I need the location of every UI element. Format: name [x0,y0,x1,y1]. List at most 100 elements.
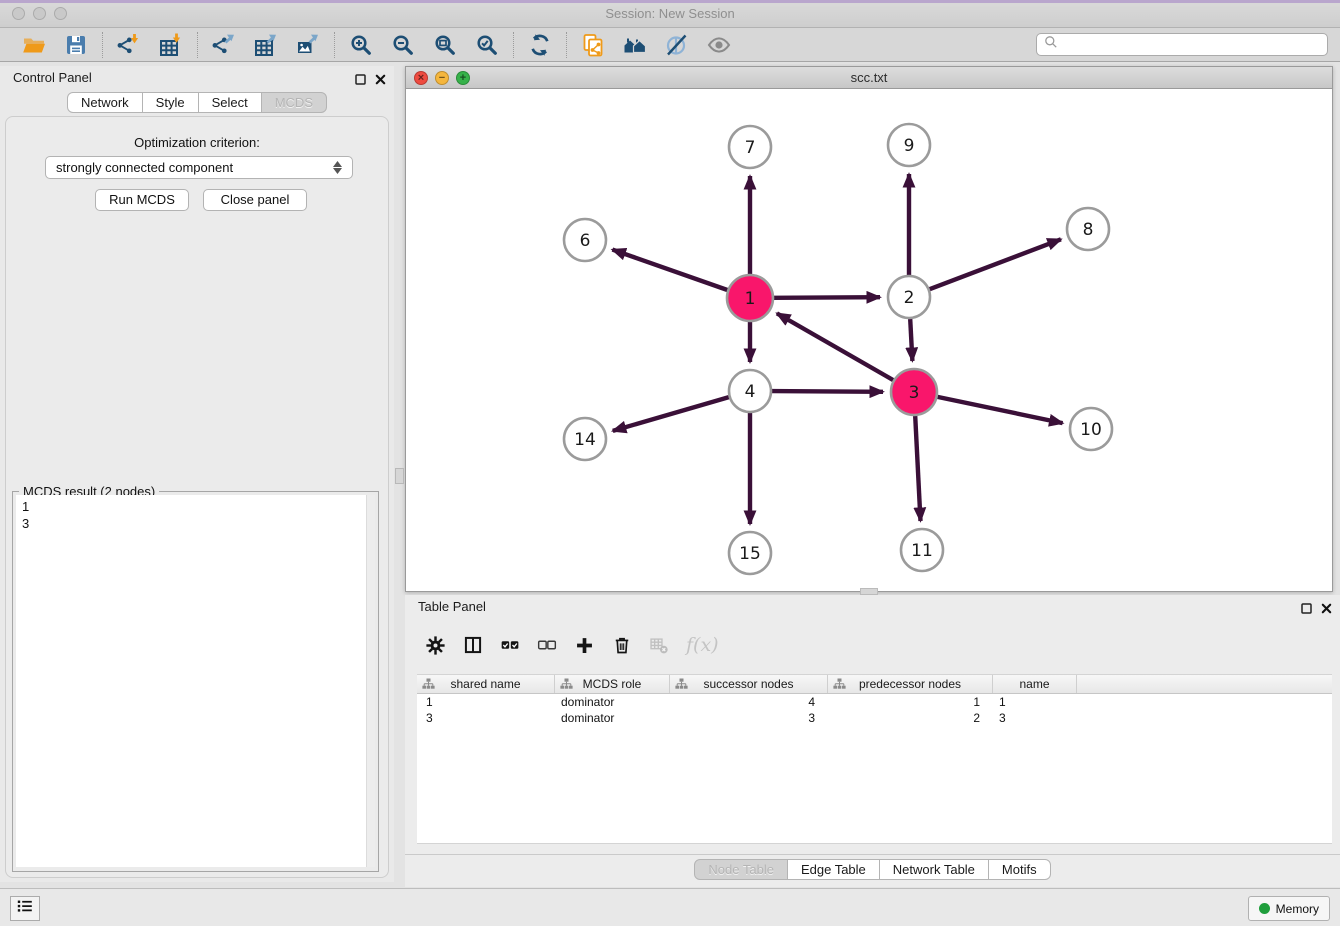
tab-style[interactable]: Style [142,92,199,113]
open-session-icon[interactable] [18,31,50,59]
tab-mcds[interactable]: MCDS [261,92,327,113]
edge-3-1[interactable] [777,313,893,380]
cell-successor-nodes[interactable]: 4 [670,694,828,710]
export-network-icon[interactable] [208,31,240,59]
cell-shared-name[interactable]: 1 [417,694,555,710]
edge-2-8[interactable] [930,239,1061,289]
table-row[interactable]: 3dominator323 [417,710,1332,726]
node-7[interactable]: 7 [729,126,771,168]
show-column-icon[interactable] [463,635,483,655]
edge-4-3[interactable] [772,391,883,392]
column-header-successor-nodes[interactable]: successor nodes [670,675,828,693]
search-input[interactable] [1059,38,1321,52]
column-header-shared-name[interactable]: shared name [417,675,555,693]
horizontal-splitter-handle[interactable] [860,588,878,595]
edge-3-10[interactable] [938,397,1063,423]
cell-MCDS-role[interactable]: dominator [555,710,670,726]
network-window-titlebar[interactable]: ×−+ scc.txt [406,67,1332,89]
zoom-view-button[interactable]: + [456,71,470,85]
column-type-icon [560,678,573,691]
vertical-splitter-handle[interactable] [395,468,404,484]
node-11[interactable]: 11 [901,529,943,571]
cell-shared-name[interactable]: 3 [417,710,555,726]
edge-4-14[interactable] [613,397,729,431]
column-header-predecessor-nodes[interactable]: predecessor nodes [828,675,993,693]
close-window-button[interactable] [12,7,25,20]
cell-MCDS-role[interactable]: dominator [555,694,670,710]
cell-successor-nodes[interactable]: 3 [670,710,828,726]
save-session-icon[interactable] [60,31,92,59]
node-6[interactable]: 6 [564,219,606,261]
node-8[interactable]: 8 [1067,208,1109,250]
tab-network[interactable]: Network [67,92,143,113]
select-all-icon[interactable] [500,635,520,655]
app-titlebar: Session: New Session [0,0,1340,28]
edge-3-11[interactable] [915,416,920,521]
show-graphics-icon[interactable] [703,31,735,59]
criterion-dropdown[interactable]: strongly connected component [45,156,353,179]
node-2[interactable]: 2 [888,276,930,318]
edge-1-2[interactable] [774,297,880,298]
node-14[interactable]: 14 [564,418,606,460]
tab-network-table[interactable]: Network Table [879,859,989,880]
export-table-icon[interactable] [250,31,282,59]
edge-1-6[interactable] [612,250,727,290]
refresh-network-icon[interactable] [524,31,556,59]
tab-node-table[interactable]: Node Table [694,859,788,880]
mcds-result-textarea[interactable]: 13 [16,495,375,867]
cell-name[interactable]: 1 [993,694,1077,710]
hide-graphics-icon[interactable] [661,31,693,59]
float-panel-icon[interactable] [355,72,366,90]
memory-label: Memory [1276,902,1319,916]
close-panel-icon[interactable] [375,72,386,90]
network-from-selection-icon[interactable] [577,31,609,59]
zoom-selected-icon[interactable] [471,31,503,59]
cell-predecessor-nodes[interactable]: 1 [828,694,993,710]
zoom-in-icon[interactable] [345,31,377,59]
import-table-icon[interactable] [155,31,187,59]
network-canvas-svg[interactable]: 7 9 6 8 1 2 4 3 14 10 15 11 [406,89,1332,591]
close-view-button[interactable]: × [414,71,428,85]
node-9[interactable]: 9 [888,124,930,166]
table-row[interactable]: 1dominator411 [417,694,1332,710]
node-label: 3 [909,383,920,403]
table-panel-header: Table Panel [405,595,1340,621]
network-canvas[interactable]: 7 9 6 8 1 2 4 3 14 10 15 11 [406,89,1332,591]
optimization-criterion-label: Optimization criterion: [6,135,388,150]
edge-2-3[interactable] [910,319,912,361]
zoom-fit-icon[interactable] [429,31,461,59]
close-panel-button[interactable]: Close panel [203,189,307,211]
column-type-icon [675,678,688,691]
delete-icon[interactable] [612,635,632,655]
tab-motifs[interactable]: Motifs [988,859,1051,880]
cell-predecessor-nodes[interactable]: 2 [828,710,993,726]
node-4[interactable]: 4 [729,370,771,412]
zoom-out-icon[interactable] [387,31,419,59]
export-image-icon[interactable] [292,31,324,59]
add-row-icon[interactable] [574,635,595,656]
tab-edge-table[interactable]: Edge Table [787,859,880,880]
run-mcds-button[interactable]: Run MCDS [95,189,189,211]
search-field[interactable] [1036,33,1328,56]
node-15[interactable]: 15 [729,532,771,574]
cell-name[interactable]: 3 [993,710,1077,726]
network-window-title: scc.txt [406,67,1332,89]
minimize-view-button[interactable]: − [435,71,449,85]
memory-button[interactable]: Memory [1248,896,1330,921]
float-table-panel-icon[interactable] [1301,601,1312,619]
node-3[interactable]: 3 [891,369,937,415]
close-table-panel-icon[interactable] [1321,601,1332,619]
column-header-name[interactable]: name [993,675,1077,693]
zoom-window-button[interactable] [54,7,67,20]
tab-select[interactable]: Select [198,92,262,113]
task-history-button[interactable] [10,896,40,921]
node-10[interactable]: 10 [1070,408,1112,450]
node-1[interactable]: 1 [727,275,773,321]
table-settings-icon[interactable] [425,635,446,656]
minimize-window-button[interactable] [33,7,46,20]
deselect-all-icon[interactable] [537,635,557,655]
column-header-MCDS-role[interactable]: MCDS role [555,675,670,693]
result-scrollbar[interactable] [366,495,375,867]
first-neighbors-icon[interactable] [619,31,651,59]
import-network-icon[interactable] [113,31,145,59]
